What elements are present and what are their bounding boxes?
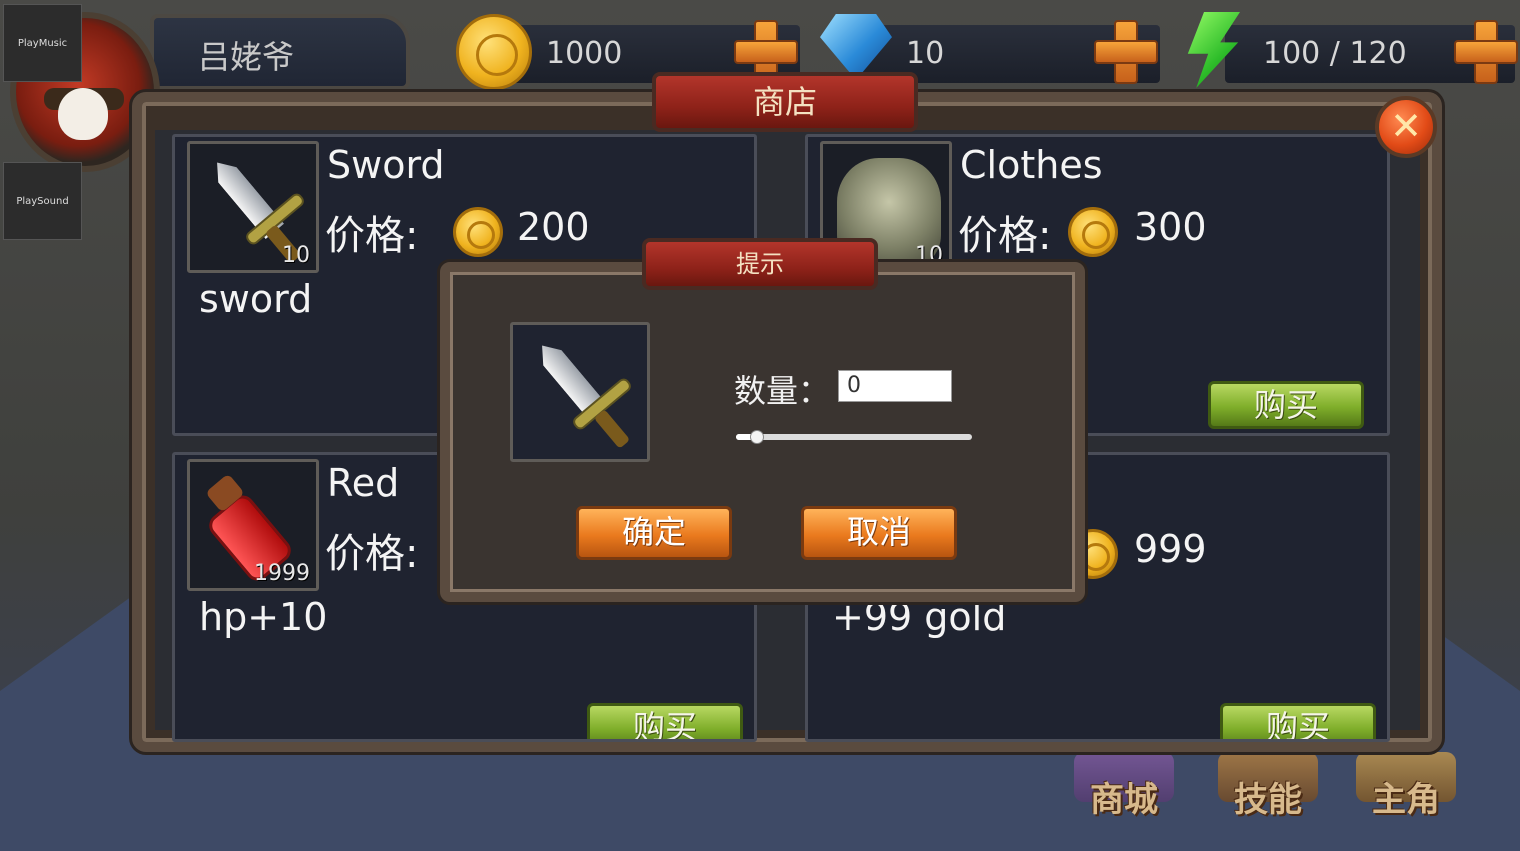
item-description: hp+10 xyxy=(199,595,328,639)
cancel-label: 取消 xyxy=(846,513,911,551)
price-coin-icon xyxy=(1068,207,1118,257)
dialog-title: 提示 xyxy=(736,250,784,278)
player-name-plate: 吕姥爷 xyxy=(150,14,410,90)
item-count: 10 xyxy=(282,243,310,268)
dialog-title-banner: 提示 xyxy=(642,238,878,290)
nav-skills-label: 技能 xyxy=(1234,780,1302,820)
add-gem-plus-icon[interactable] xyxy=(1092,18,1158,84)
nav-skills-button[interactable]: 技能 xyxy=(1208,752,1328,832)
nav-mall-label: 商城 xyxy=(1090,780,1158,820)
buy-button[interactable]: 购买 xyxy=(1220,703,1376,742)
energy-value: 100 / 120 xyxy=(1263,36,1407,71)
buy-button-label: 购买 xyxy=(1265,708,1330,742)
item-price: 300 xyxy=(1134,205,1207,249)
quantity-label: 数量： xyxy=(734,372,831,410)
item-count: 1999 xyxy=(254,561,310,586)
play-music-button[interactable]: PlayMusic xyxy=(3,4,82,82)
gold-coin-icon xyxy=(456,14,532,90)
shop-title-banner: 商店 xyxy=(652,72,918,132)
quantity-slider[interactable] xyxy=(736,434,972,440)
dialog-item-slot xyxy=(510,322,650,462)
play-sound-button[interactable]: PlaySound xyxy=(3,162,82,240)
play-sound-label: PlaySound xyxy=(16,195,69,207)
item-description: sword xyxy=(199,277,313,321)
nav-hero-button[interactable]: 主角 xyxy=(1346,752,1466,832)
buy-button-label: 购买 xyxy=(632,708,697,742)
price-label: 价格: xyxy=(325,531,419,577)
nav-mall-button[interactable]: 商城 xyxy=(1064,752,1184,832)
shop-title: 商店 xyxy=(752,83,817,121)
item-name: Red xyxy=(327,461,400,505)
price-coin-icon xyxy=(453,207,503,257)
price-label: 价格: xyxy=(958,213,1052,259)
play-music-label: PlayMusic xyxy=(17,37,68,49)
confirm-label: 确定 xyxy=(621,513,686,551)
cancel-button[interactable]: 取消 xyxy=(801,506,957,560)
buy-button[interactable]: 购买 xyxy=(587,703,743,742)
buy-button-label: 购买 xyxy=(1253,386,1318,424)
buy-button[interactable]: 购买 xyxy=(1208,381,1364,429)
item-name: Sword xyxy=(327,143,445,187)
slider-handle[interactable] xyxy=(750,430,764,444)
item-slot[interactable]: 10 xyxy=(187,141,319,273)
price-label: 价格: xyxy=(325,213,419,259)
item-slot[interactable]: 1999 xyxy=(187,459,319,591)
gem-value: 10 xyxy=(906,36,945,71)
item-price: 200 xyxy=(517,205,590,249)
close-icon[interactable]: ✕ xyxy=(1375,96,1437,158)
player-name: 吕姥爷 xyxy=(198,38,295,76)
quantity-input[interactable]: 0 xyxy=(838,370,952,402)
gold-value: 1000 xyxy=(546,36,623,71)
add-energy-plus-icon[interactable] xyxy=(1452,18,1518,84)
confirm-button[interactable]: 确定 xyxy=(576,506,732,560)
avatar-face xyxy=(58,88,108,140)
item-price: 999 xyxy=(1134,527,1207,571)
item-name: Clothes xyxy=(960,143,1103,187)
nav-hero-label: 主角 xyxy=(1372,780,1440,820)
